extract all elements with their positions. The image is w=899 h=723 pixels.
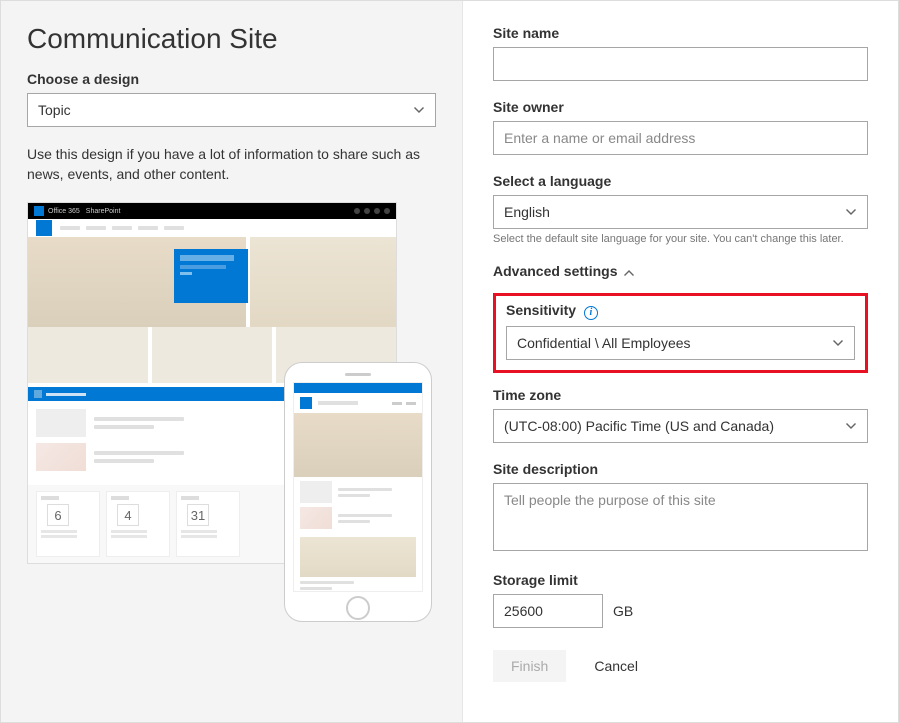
preview-app-label: Office 365	[48, 208, 80, 215]
sensitivity-select[interactable]: Confidential \ All Employees	[506, 326, 855, 360]
timezone-select[interactable]: (UTC-08:00) Pacific Time (US and Canada)	[493, 409, 868, 443]
sensitivity-select-value: Confidential \ All Employees	[517, 335, 691, 351]
home-button-icon	[346, 596, 370, 620]
site-name-label: Site name	[493, 25, 868, 41]
design-label: Choose a design	[27, 71, 436, 87]
preview-mobile	[284, 362, 432, 622]
design-description: Use this design if you have a lot of inf…	[27, 145, 436, 184]
design-preview: Office 365 SharePoint	[27, 202, 432, 622]
preview-app-label: SharePoint	[86, 208, 121, 215]
advanced-settings-label: Advanced settings	[493, 263, 617, 279]
language-select[interactable]: English	[493, 195, 868, 229]
page-title: Communication Site	[27, 23, 436, 55]
chevron-down-icon	[845, 420, 857, 432]
storage-limit-label: Storage limit	[493, 572, 868, 588]
preview-card-number: 4	[117, 504, 139, 526]
design-select[interactable]: Topic	[27, 93, 436, 127]
chevron-down-icon	[832, 337, 844, 349]
language-helper: Select the default site language for you…	[493, 233, 868, 245]
site-description-label: Site description	[493, 461, 868, 477]
site-owner-input[interactable]	[493, 121, 868, 155]
chevron-up-icon	[623, 265, 635, 277]
chevron-down-icon	[413, 104, 425, 116]
sensitivity-highlight: Sensitivity i Confidential \ All Employe…	[493, 293, 868, 373]
finish-button[interactable]: Finish	[493, 650, 566, 682]
preview-card-number: 31	[187, 504, 209, 526]
storage-limit-input[interactable]	[493, 594, 603, 628]
chevron-down-icon	[845, 206, 857, 218]
sensitivity-label: Sensitivity	[506, 302, 576, 318]
timezone-label: Time zone	[493, 387, 868, 403]
advanced-settings-toggle[interactable]: Advanced settings	[493, 263, 868, 279]
site-name-input[interactable]	[493, 47, 868, 81]
preview-card-number: 6	[47, 504, 69, 526]
language-select-value: English	[504, 204, 550, 220]
storage-unit-label: GB	[613, 603, 633, 619]
timezone-select-value: (UTC-08:00) Pacific Time (US and Canada)	[504, 418, 774, 434]
info-icon[interactable]: i	[584, 306, 598, 320]
language-label: Select a language	[493, 173, 868, 189]
site-description-input[interactable]	[493, 483, 868, 551]
site-owner-label: Site owner	[493, 99, 868, 115]
cancel-button[interactable]: Cancel	[576, 650, 656, 682]
design-select-value: Topic	[38, 102, 71, 118]
